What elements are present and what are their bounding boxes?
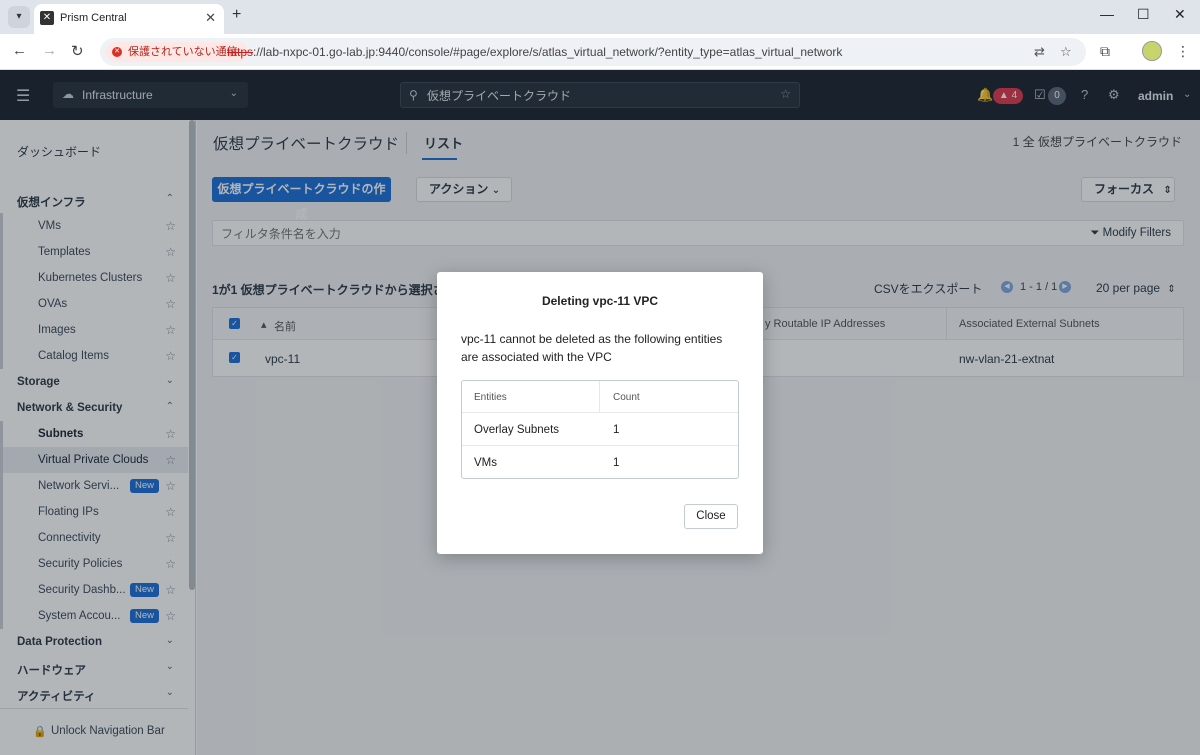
delete-vpc-dialog: Deleting vpc-11 VPC vpc-11 cannot be del… [437, 272, 763, 554]
address-bar[interactable]: ✕ 保護されていない通信 https://lab-nxpc-01.go-lab.… [100, 38, 1086, 66]
forward-arrow-icon[interactable]: → [42, 42, 57, 59]
entities-table: Entities Count Overlay Subnets 1 VMs 1 [461, 380, 739, 479]
translate-icon[interactable]: ⇄ [1034, 44, 1045, 60]
prism-favicon-icon: ✕ [40, 11, 54, 25]
browser-tab[interactable]: ✕ Prism Central ✕ [34, 4, 224, 34]
insecure-label: 保護されていない通信 [128, 46, 238, 58]
entity-name: Overlay Subnets [474, 424, 560, 436]
table-row: Overlay Subnets 1 [462, 414, 738, 446]
url-rest: ://lab-nxpc-01.go-lab.jp:9440/console/#p… [253, 45, 843, 59]
tab-search-chevron-icon[interactable]: ▾ [8, 6, 30, 28]
maximize-icon[interactable]: ☐ [1137, 6, 1150, 23]
url-scheme: https [227, 45, 254, 59]
profile-avatar[interactable] [1142, 41, 1162, 61]
dialog-title: Deleting vpc-11 VPC [541, 294, 659, 308]
browser-toolbar: ← → ↻ ✕ 保護されていない通信 https://lab-nxpc-01.g… [0, 34, 1200, 70]
extensions-icon[interactable]: ⧉ [1100, 43, 1110, 60]
new-tab-icon[interactable]: + [232, 6, 241, 24]
dialog-message: vpc-11 cannot be deleted as the followin… [461, 332, 723, 364]
entities-header-row: Entities Count [462, 381, 738, 413]
count-header: Count [613, 392, 640, 403]
column-divider [599, 381, 600, 413]
browser-menu-icon[interactable]: ⋮ [1176, 43, 1190, 60]
close-button[interactable]: Close [684, 504, 738, 529]
bookmark-star-icon[interactable]: ☆ [1060, 44, 1072, 60]
back-arrow-icon[interactable]: ← [12, 42, 27, 59]
reload-icon[interactable]: ↻ [71, 42, 84, 60]
minimize-icon[interactable]: — [1100, 6, 1114, 22]
entity-name: VMs [474, 457, 497, 469]
warning-icon: ✕ [112, 47, 122, 57]
entities-header: Entities [474, 392, 507, 403]
entity-count: 1 [613, 457, 620, 469]
tab-title: Prism Central [60, 12, 127, 24]
url-text[interactable]: https://lab-nxpc-01.go-lab.jp:9440/conso… [227, 45, 842, 59]
table-row: VMs 1 [462, 447, 738, 479]
browser-tab-bar: ▾ ✕ Prism Central ✕ + — ☐ ✕ [0, 0, 1200, 34]
window-close-icon[interactable]: ✕ [1174, 6, 1186, 23]
tab-close-icon[interactable]: ✕ [205, 10, 216, 26]
entity-count: 1 [613, 424, 620, 436]
